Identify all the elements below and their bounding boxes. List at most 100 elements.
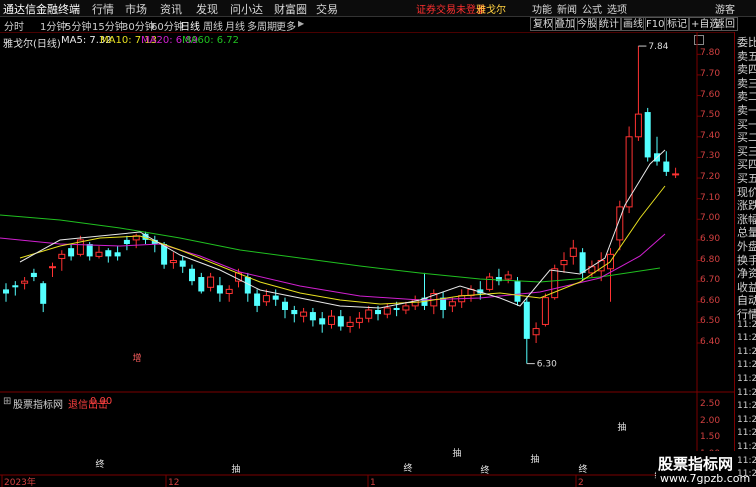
side-panel-item: 11:29 bbox=[737, 442, 756, 452]
watermark: 股票指标网 www.7gpzb.com bbox=[656, 451, 750, 487]
candle-body bbox=[346, 321, 354, 328]
indicator-tick-label: 2.50 bbox=[700, 399, 721, 409]
low-price-label: 6.30 bbox=[537, 360, 557, 370]
side-panel-item: 11:29 bbox=[737, 455, 756, 466]
candle-body bbox=[282, 301, 288, 311]
price-tick-label: 7.70 bbox=[700, 68, 721, 79]
candle-body bbox=[328, 315, 335, 325]
signal-label: 终 bbox=[480, 464, 489, 476]
candle-body bbox=[355, 317, 363, 323]
candle-body bbox=[105, 250, 112, 257]
candle-body bbox=[541, 297, 549, 325]
price-tick-label: 6.60 bbox=[700, 295, 721, 306]
candle-body bbox=[207, 276, 215, 288]
candle-body bbox=[86, 244, 93, 257]
candle-body bbox=[375, 310, 381, 315]
price-tick-label: 7.50 bbox=[700, 110, 721, 121]
ma5-line bbox=[19, 149, 666, 309]
x-axis-label: 12 bbox=[168, 478, 179, 487]
side-panel-item: 11:29 bbox=[737, 387, 756, 398]
watermark-title: 股票指标网 bbox=[658, 455, 734, 473]
candle-body bbox=[40, 283, 47, 304]
candle-body bbox=[448, 301, 456, 307]
side-panel-item: 11:29 bbox=[737, 360, 756, 371]
candle-body bbox=[49, 266, 56, 269]
kline-chart[interactable]: 7.846.30增终抽终抽终抽终抽终2023年1212 bbox=[0, 0, 734, 487]
candle-body bbox=[262, 295, 270, 303]
candle-body bbox=[644, 112, 651, 158]
candle-body bbox=[486, 276, 494, 290]
price-tick-label: 7.20 bbox=[700, 172, 721, 183]
signal-label: 抽 bbox=[530, 453, 539, 465]
candle-body bbox=[383, 307, 391, 315]
signal-label: 抽 bbox=[231, 463, 240, 475]
price-tick-label: 7.80 bbox=[700, 48, 721, 59]
ma20-line bbox=[0, 233, 666, 301]
candle-body bbox=[58, 253, 66, 259]
candle-body bbox=[272, 295, 279, 300]
candle-body bbox=[337, 316, 344, 327]
candle-body bbox=[198, 277, 205, 292]
signal-label: 抽 bbox=[452, 447, 461, 459]
candle-body bbox=[634, 113, 642, 138]
candle-body bbox=[309, 312, 316, 321]
candle-body bbox=[300, 311, 308, 317]
signal-label: 终 bbox=[95, 458, 104, 470]
x-axis-label: 2 bbox=[578, 478, 584, 487]
price-tick-label: 7.60 bbox=[700, 89, 721, 100]
candle-body bbox=[663, 161, 670, 172]
side-panel-item: 11:29 bbox=[737, 346, 756, 357]
candle-body bbox=[560, 260, 568, 266]
signal-label: 终 bbox=[403, 462, 412, 474]
candle-body bbox=[319, 318, 326, 325]
candle-body bbox=[579, 252, 586, 273]
candle-body bbox=[68, 248, 75, 257]
quote-side-panel: 委比 卖五 卖四 卖三 卖二 卖一 买一 买二 买三 买四 买五 现价 涨跌 涨幅 总量 外盘 换手 净资 收益 自动… bbox=[734, 32, 756, 487]
candle-body bbox=[291, 310, 298, 315]
signal-label: 终 bbox=[578, 463, 587, 475]
candle-body bbox=[21, 280, 29, 284]
signal-label: 增 bbox=[132, 352, 141, 364]
candle-body bbox=[179, 260, 186, 267]
candle-body bbox=[225, 288, 233, 295]
watermark-url: www.7gpzb.com bbox=[660, 472, 751, 485]
price-tick-label: 7.40 bbox=[700, 130, 721, 141]
candle-body bbox=[189, 268, 195, 282]
candle-body bbox=[532, 328, 540, 336]
x-axis-label: 1 bbox=[370, 478, 376, 487]
indicator-tick-label: 2.00 bbox=[700, 415, 721, 426]
signal-label: 抽 bbox=[617, 421, 626, 433]
candle-body bbox=[12, 285, 19, 288]
candle-body bbox=[625, 136, 633, 208]
candle-body bbox=[514, 281, 521, 302]
price-tick-label: 6.80 bbox=[700, 254, 721, 265]
price-tick-label: 7.10 bbox=[700, 192, 721, 203]
price-tick-label: 7.30 bbox=[700, 151, 721, 162]
ma10-line bbox=[19, 185, 666, 305]
candle-body bbox=[3, 289, 9, 294]
candle-body bbox=[254, 293, 261, 306]
side-panel-item: 11:29 bbox=[737, 333, 756, 344]
side-panel-item: 11:29 bbox=[737, 374, 756, 384]
candle-body bbox=[114, 252, 121, 257]
price-tick-label: 6.50 bbox=[700, 316, 721, 327]
side-panel-item: 11:29 bbox=[737, 414, 756, 425]
price-tick-label: 7.00 bbox=[700, 213, 721, 224]
candle-body bbox=[30, 272, 37, 278]
side-panel-item: 11:29 bbox=[737, 428, 756, 439]
candle-body bbox=[123, 239, 130, 245]
candle-body bbox=[365, 309, 373, 319]
x-axis-label: 2023年 bbox=[4, 476, 36, 487]
candle-body bbox=[393, 307, 400, 311]
candle-body bbox=[402, 305, 410, 311]
candle-body bbox=[169, 260, 177, 264]
indicator-tick-label: 1.50 bbox=[700, 432, 721, 442]
candle-body bbox=[504, 274, 512, 280]
candle-body bbox=[95, 251, 103, 257]
price-tick-label: 6.70 bbox=[700, 275, 721, 286]
side-panel-item: 11:29 bbox=[737, 319, 756, 330]
candle-body bbox=[569, 247, 577, 257]
candle-body bbox=[672, 173, 680, 176]
price-tick-label: 6.40 bbox=[700, 337, 721, 347]
price-tick-label: 6.90 bbox=[700, 233, 721, 244]
